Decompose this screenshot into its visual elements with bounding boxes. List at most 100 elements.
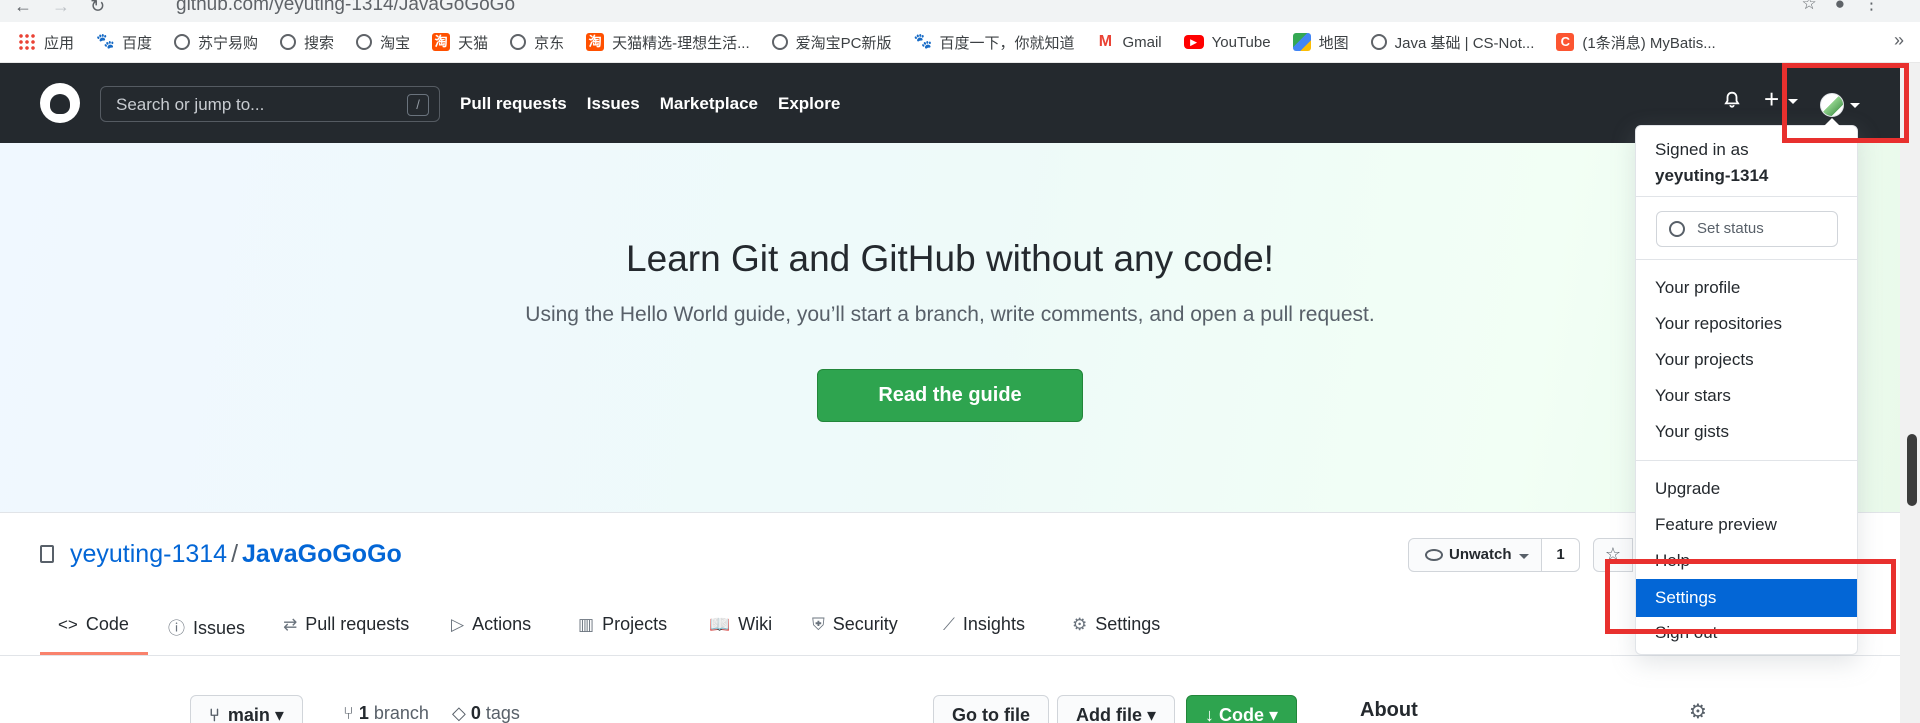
add-file-button[interactable]: Add file ▾: [1057, 695, 1176, 723]
bookmark-baidu[interactable]: 🐾 百度: [96, 32, 152, 53]
tmall-icon: 淘: [432, 33, 451, 51]
bookmark-search[interactable]: 搜索: [280, 32, 334, 53]
create-new-plus-icon[interactable]: +: [1764, 84, 1779, 115]
code-download-button[interactable]: ↓ Code ▾: [1186, 695, 1298, 723]
tab-settings[interactable]: ⚙ Settings: [1072, 614, 1160, 635]
smiley-icon: [1669, 221, 1685, 237]
tab-issues[interactable]: ⓘ Issues: [168, 614, 245, 639]
bookmark-suning[interactable]: 苏宁易购: [174, 32, 258, 53]
github-header: Search or jump to... / Pull requests Iss…: [0, 63, 1900, 143]
divider: [1636, 196, 1857, 197]
notification-bell-icon[interactable]: [1723, 91, 1741, 109]
menu-feature-preview[interactable]: Feature preview: [1636, 509, 1857, 541]
bookmark-java[interactable]: Java 基础 | CS-Not...: [1370, 32, 1534, 53]
browser-toolbar: ← → ↻ github.com/yeyuting-1314/JavaGoGoG…: [0, 0, 1920, 22]
back-icon[interactable]: ←: [14, 0, 32, 17]
apps-icon: [18, 33, 36, 51]
divider: [1636, 259, 1857, 260]
search-input[interactable]: Search or jump to... /: [100, 86, 440, 122]
reload-icon[interactable]: ↻: [90, 0, 105, 17]
branch-icon: ⑂: [209, 705, 220, 723]
annotation-highlight-settings: [1605, 559, 1896, 634]
book-icon: 📖: [709, 615, 731, 634]
tab-security[interactable]: ⛨ Security: [812, 614, 898, 635]
paw-icon: 🐾: [913, 33, 933, 50]
bookmark-jd[interactable]: 京东: [510, 32, 564, 53]
bookmark-tmall[interactable]: 淘天猫: [432, 32, 488, 53]
browser-menu-icons[interactable]: ☆●⋮: [1801, 0, 1898, 14]
csdn-icon: C: [1556, 33, 1575, 51]
read-guide-button[interactable]: Read the guide: [817, 369, 1083, 422]
globe-icon: [771, 34, 788, 50]
tag-count-link[interactable]: ◇ 0 tags: [452, 703, 520, 723]
repo-name-link[interactable]: JavaGoGoGo: [242, 540, 402, 568]
nav-pull-requests[interactable]: Pull requests: [460, 94, 567, 114]
banner-title: Learn Git and GitHub without any code!: [626, 238, 1274, 279]
github-logo-icon[interactable]: [40, 83, 80, 123]
divider: [1636, 460, 1857, 461]
tab-pull-requests[interactable]: ⇄ Pull requests: [283, 614, 409, 635]
search-shortcut-badge: /: [407, 94, 429, 116]
top-nav: Pull requests Issues Marketplace Explore: [460, 94, 860, 114]
search-placeholder: Search or jump to...: [116, 95, 265, 114]
play-icon: ▷: [451, 615, 465, 634]
tab-code[interactable]: <> Code: [58, 614, 129, 635]
repo-owner-link[interactable]: yeyuting-1314: [70, 540, 227, 568]
menu-upgrade[interactable]: Upgrade: [1636, 473, 1857, 505]
bookmark-taobao[interactable]: 淘宝: [356, 32, 410, 53]
pull-request-icon: ⇄: [283, 615, 298, 634]
globe-icon: [510, 34, 527, 50]
menu-your-profile[interactable]: Your profile: [1636, 272, 1857, 304]
menu-your-stars[interactable]: Your stars: [1636, 380, 1857, 412]
go-to-file-button[interactable]: Go to file: [933, 695, 1049, 723]
set-status-button[interactable]: Set status: [1656, 211, 1838, 247]
bookmark-apps[interactable]: 应用: [18, 32, 74, 53]
bookmark-tmall-select[interactable]: 淘天猫精选-理想生活...: [586, 32, 750, 53]
bookmark-gmail[interactable]: M Gmail: [1096, 33, 1162, 51]
bookmark-baidu-search[interactable]: 🐾 百度一下，你就知道: [913, 32, 1074, 53]
watch-count[interactable]: 1: [1542, 538, 1580, 572]
tab-wiki[interactable]: 📖 Wiki: [709, 614, 772, 635]
globe-icon: [1370, 34, 1387, 50]
active-tab-underline: [40, 652, 148, 655]
repo-separator: /: [231, 540, 239, 568]
nav-explore[interactable]: Explore: [778, 94, 840, 114]
nav-marketplace[interactable]: Marketplace: [660, 94, 758, 114]
code-icon: <>: [58, 615, 78, 634]
download-icon: ↓: [1205, 705, 1214, 723]
tab-projects[interactable]: ▥ Projects: [578, 614, 667, 635]
globe-icon: [356, 34, 373, 50]
graph-icon: ⟋: [943, 615, 955, 634]
branch-count-link[interactable]: ⑂ 1 branch: [343, 703, 429, 723]
unwatch-button[interactable]: Unwatch: [1408, 538, 1542, 572]
nav-issues[interactable]: Issues: [587, 94, 640, 114]
shield-icon: ⛨: [812, 615, 825, 634]
scrollbar-thumb[interactable]: [1907, 434, 1917, 506]
tab-insights[interactable]: ⟋ Insights: [943, 614, 1025, 635]
gear-icon: ⚙: [1072, 615, 1088, 634]
bookmark-csdn[interactable]: C (1条消息) MyBatis...: [1556, 32, 1716, 53]
page-scrollbar[interactable]: [1900, 63, 1920, 723]
issue-icon: ⓘ: [168, 619, 185, 638]
tab-actions[interactable]: ▷ Actions: [451, 614, 531, 635]
annotation-highlight-avatar: [1782, 63, 1909, 143]
menu-your-projects[interactable]: Your projects: [1636, 344, 1857, 376]
bookmark-aitaobao[interactable]: 爱淘宝PC新版: [771, 32, 891, 53]
youtube-icon: ▶: [1183, 35, 1204, 49]
project-icon: ▥: [578, 615, 595, 634]
about-settings-gear-icon[interactable]: ⚙: [1689, 699, 1707, 723]
menu-your-repositories[interactable]: Your repositories: [1636, 308, 1857, 340]
bookmark-youtube[interactable]: ▶ YouTube: [1183, 34, 1271, 51]
onboarding-banner: Learn Git and GitHub without any code! U…: [0, 143, 1900, 513]
globe-icon: [174, 34, 191, 50]
branch-select-button[interactable]: ⑂ main ▾: [190, 695, 303, 723]
signed-in-username: yeyuting-1314: [1655, 166, 1769, 185]
bookmark-maps[interactable]: 地图: [1292, 32, 1349, 53]
address-url[interactable]: github.com/yeyuting-1314/JavaGoGoGo: [176, 0, 515, 16]
menu-your-gists[interactable]: Your gists: [1636, 416, 1857, 448]
bookmarks-more-icon[interactable]: »: [1894, 30, 1904, 51]
tmall-icon: 淘: [586, 33, 605, 51]
forward-icon[interactable]: →: [52, 0, 70, 17]
paw-icon: 🐾: [96, 33, 115, 50]
about-heading: About: [1360, 699, 1418, 721]
